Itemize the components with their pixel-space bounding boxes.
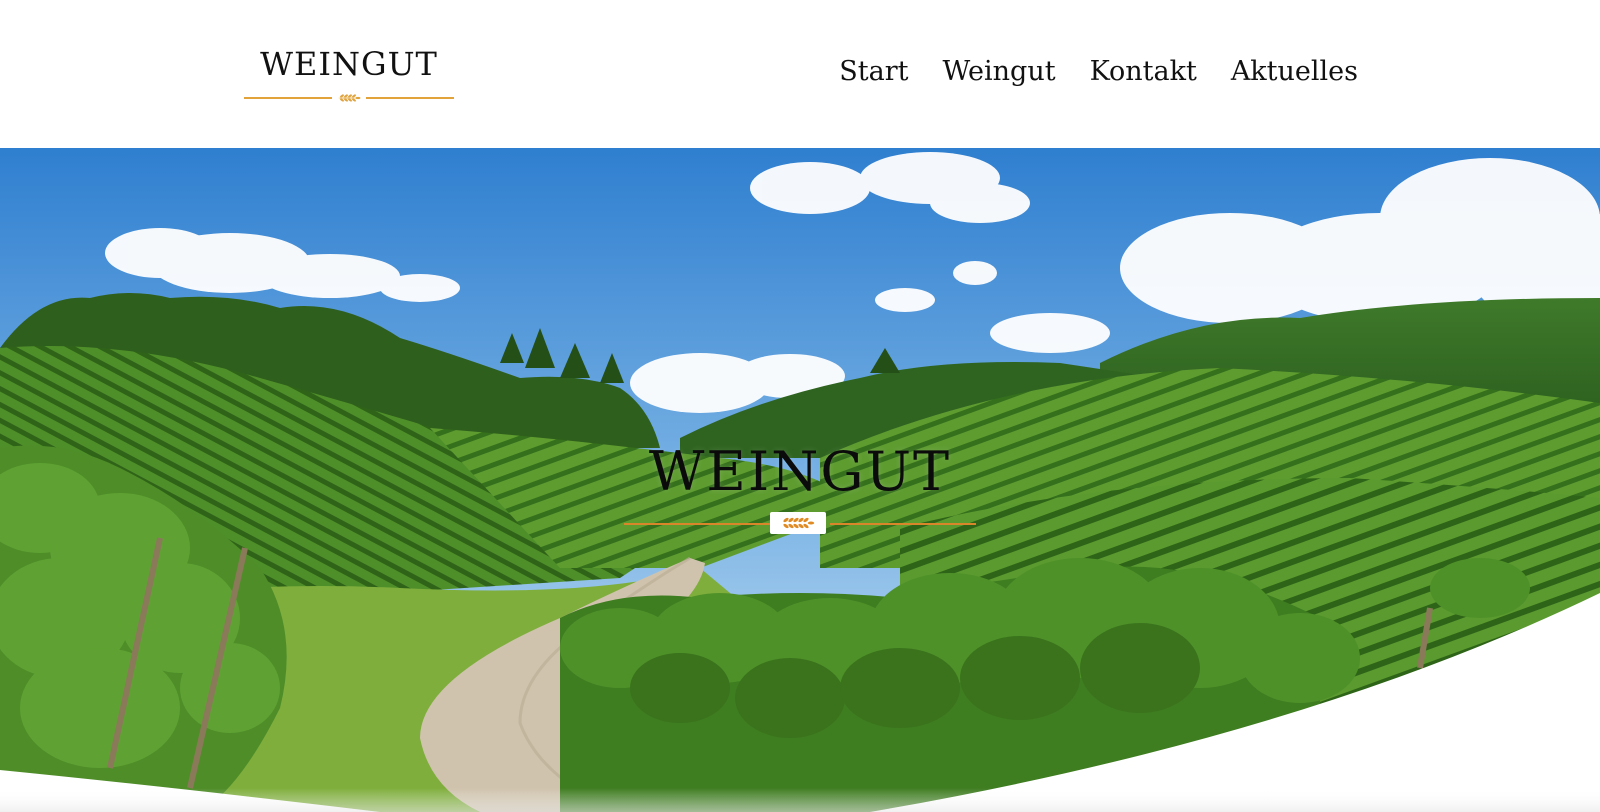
wheat-icon xyxy=(783,517,815,529)
hero-ornament xyxy=(770,512,826,534)
nav-item-weingut[interactable]: Weingut xyxy=(942,54,1055,90)
main-nav: Start Weingut Kontakt Aktuelles xyxy=(839,54,1358,90)
nav-item-kontakt[interactable]: Kontakt xyxy=(1090,54,1197,90)
logo-divider xyxy=(244,92,454,104)
logo-text: WEINGUT xyxy=(260,45,438,83)
hero-title: WEINGUT xyxy=(648,440,952,503)
site-header: WEINGUT Start Weingut Kontakt Aktuelles xyxy=(0,0,1600,148)
hero-divider xyxy=(620,512,980,536)
nav-item-start[interactable]: Start xyxy=(839,54,908,90)
hero-divider-line-left xyxy=(624,523,770,525)
hero-divider-line-right xyxy=(830,523,976,525)
site-logo[interactable]: WEINGUT xyxy=(244,44,454,102)
nav-item-aktuelles[interactable]: Aktuelles xyxy=(1231,54,1358,90)
logo-divider-line-left xyxy=(244,97,332,99)
wheat-icon xyxy=(338,94,361,102)
hero-heading: WEINGUT xyxy=(620,440,980,540)
hero-section: WEINGUT xyxy=(0,148,1600,812)
logo-divider-line-right xyxy=(366,97,454,99)
